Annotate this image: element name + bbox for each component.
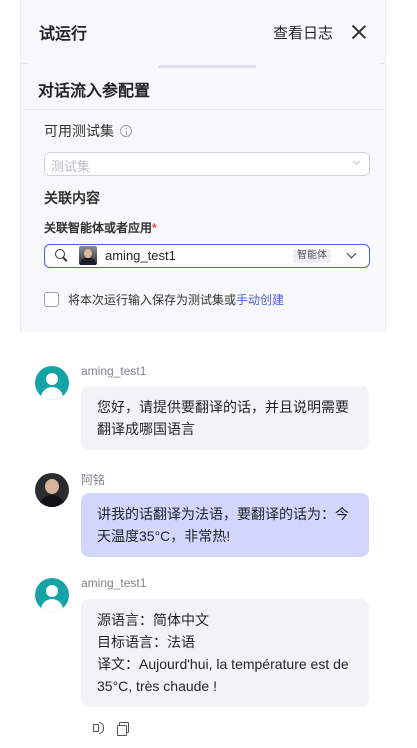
source-language-line: 源语言：简体中文 — [97, 612, 209, 628]
sender-name: aming_test1 — [81, 364, 147, 378]
panel-title: 试运行 — [39, 26, 88, 43]
manual-create-link[interactable]: 手动创建 — [236, 291, 284, 308]
testset-label-row: 可用测试集 — [44, 121, 132, 141]
agent-type-badge: 智能体 — [293, 249, 331, 263]
save-testset-text: 将本次运行输入保存为测试集或 — [68, 293, 237, 307]
message-actions — [90, 721, 130, 736]
agent-label-text: 关联智能体或者应用 — [44, 221, 153, 235]
drag-handle[interactable] — [158, 65, 256, 68]
testset-placeholder: 测试集 — [51, 159, 91, 174]
message-bubble: 源语言：简体中文 目标语言：法语 译文：Aujourd'hui, la temp… — [81, 599, 369, 707]
agent-name: aming_test1 — [105, 248, 176, 263]
required-mark: * — [152, 221, 157, 235]
target-language-line: 目标语言：法语 — [97, 634, 195, 650]
bot-avatar — [35, 366, 69, 400]
agent-select[interactable]: aming_test1 智能体 — [44, 244, 370, 268]
user-avatar — [35, 473, 69, 507]
header-bar: 试运行 查看日志 — [21, 0, 385, 64]
agent-label: 关联智能体或者应用* — [44, 219, 157, 236]
copy-icon[interactable] — [116, 721, 130, 736]
message-bubble: 讲我的话翻译为法语，要翻译的话为：今天温度35°C，非常热! — [81, 493, 369, 557]
close-icon[interactable] — [351, 24, 367, 40]
save-testset-checkbox[interactable] — [44, 292, 59, 307]
message-bubble: 您好，请提供要翻译的话，并且说明需要翻译成哪国语言 — [81, 386, 369, 450]
config-divider — [24, 109, 384, 110]
input-config-card: 对话流入参配置 可用测试集 测试集 关联内容 关联智能体或者应用* aming_… — [24, 62, 384, 332]
agent-avatar — [79, 246, 97, 265]
config-panel: 试运行 查看日志 对话流入参配置 可用测试集 测试集 关联内容 关联智能体或者应… — [20, 0, 386, 332]
view-log-button[interactable]: 查看日志 — [273, 22, 333, 43]
sender-name: aming_test1 — [81, 576, 147, 590]
sender-name: 阿铭 — [81, 473, 106, 487]
chevron-down-icon — [352, 157, 361, 166]
config-title: 对话流入参配置 — [38, 83, 151, 100]
testset-label: 可用测试集 — [44, 123, 114, 139]
search-icon — [55, 249, 67, 261]
translation-line: 译文：Aujourd'hui, la température est de 35… — [97, 656, 349, 694]
bot-avatar — [35, 578, 69, 612]
info-icon[interactable] — [120, 125, 132, 137]
testset-select[interactable]: 测试集 — [44, 152, 370, 176]
chevron-down-icon — [346, 248, 357, 259]
speaker-icon[interactable] — [90, 721, 104, 735]
save-testset-row: 将本次运行输入保存为测试集或 手动创建 — [44, 291, 284, 308]
related-content-heading: 关联内容 — [44, 190, 100, 206]
test-run-panel: 试运行 查看日志 对话流入参配置 可用测试集 测试集 关联内容 关联智能体或者应… — [0, 0, 417, 748]
